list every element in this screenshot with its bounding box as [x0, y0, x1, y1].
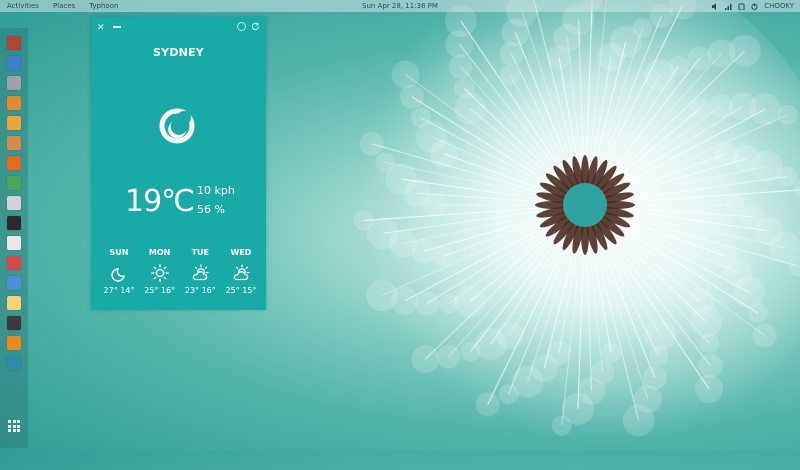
humidity: 56 %: [197, 203, 225, 216]
forecast-day: SUN 27° 14°: [100, 248, 138, 295]
forecast-day: TUE 23° 16°: [181, 248, 219, 295]
settings-gear-icon[interactable]: [7, 116, 21, 130]
wind-speed: 10 kph: [197, 184, 235, 197]
power-icon[interactable]: [751, 3, 758, 10]
vlc-icon[interactable]: [7, 336, 21, 350]
places-menu[interactable]: Places: [53, 2, 75, 10]
drive-icon[interactable]: [7, 76, 21, 90]
music-icon[interactable]: [7, 316, 21, 330]
weather-widget: ✕ SYDNEY 19℃ 10 kph 56 % SUN 27° 14° MON: [91, 17, 266, 310]
forecast-day-name: SUN: [109, 248, 129, 257]
partly-cloudy-icon: [193, 264, 209, 281]
console-icon[interactable]: [7, 216, 21, 230]
settings-icon[interactable]: [237, 22, 246, 31]
battery-icon[interactable]: [738, 3, 745, 10]
volume-icon[interactable]: [712, 2, 719, 10]
dash-dock: [0, 28, 28, 448]
mail-icon[interactable]: [7, 256, 21, 270]
minimize-icon[interactable]: [113, 26, 121, 28]
dandelion-wallpaper: [335, 0, 800, 460]
top-bar: Activities Places Typhoon Sun Apr 28, 11…: [0, 0, 800, 12]
sun-icon: [150, 264, 169, 282]
chrome-icon[interactable]: [7, 176, 21, 190]
partly-cloudy-icon: [233, 264, 250, 281]
firefox-icon[interactable]: [7, 156, 21, 170]
terminal-red-icon[interactable]: [7, 36, 21, 50]
forecast-day-name: TUE: [191, 248, 210, 257]
forecast-day-name: MON: [148, 248, 171, 257]
calculator-icon[interactable]: [7, 196, 21, 210]
network-icon[interactable]: [725, 3, 732, 10]
forecast-day-name: WED: [230, 248, 252, 257]
clock[interactable]: Sun Apr 28, 11:38 PM: [362, 2, 438, 10]
forecast-temps: 23° 16°: [184, 286, 216, 295]
forecast-temps: 25° 15°: [225, 286, 257, 295]
activities-button[interactable]: Activities: [7, 2, 39, 10]
notes-icon[interactable]: [7, 296, 21, 310]
photos-icon[interactable]: [7, 276, 21, 290]
moon-icon: [159, 108, 195, 144]
document-icon[interactable]: [7, 56, 21, 70]
user-menu[interactable]: CHOOKY: [764, 2, 794, 10]
moon-icon: [111, 268, 125, 282]
forecast-row: SUN 27° 14° MON 25° 16° TUE 23° 16° WED …: [100, 248, 260, 295]
forecast-day: WED 25° 15°: [222, 248, 260, 295]
forecast-temps: 27° 14°: [103, 286, 135, 295]
forecast-temps: 25° 16°: [144, 286, 176, 295]
app-icon[interactable]: [7, 356, 21, 370]
city-name: SYDNEY: [153, 46, 204, 59]
package-icon[interactable]: [7, 136, 21, 150]
current-temperature: 19℃: [125, 184, 195, 219]
refresh-icon[interactable]: [251, 22, 260, 31]
show-apps-icon[interactable]: [8, 420, 20, 432]
close-icon[interactable]: ✕: [97, 23, 105, 33]
settings-icon[interactable]: [7, 96, 21, 110]
app-menu[interactable]: Typhoon: [89, 2, 118, 10]
forecast-day: MON 25° 16°: [141, 248, 179, 295]
calendar-icon[interactable]: [7, 236, 21, 250]
